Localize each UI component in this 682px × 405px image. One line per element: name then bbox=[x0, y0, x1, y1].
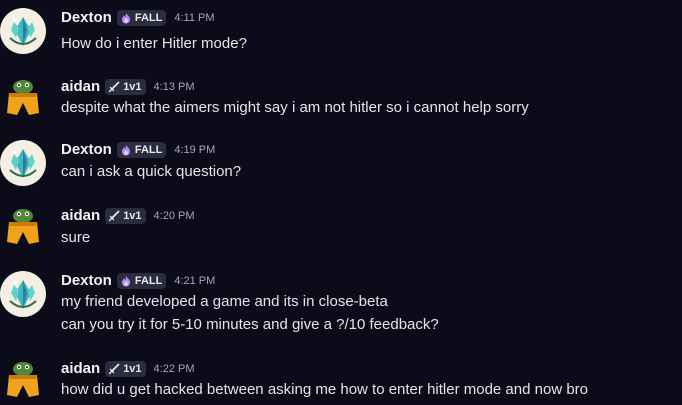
message-text: sure bbox=[61, 229, 91, 246]
avatar[interactable] bbox=[0, 140, 46, 186]
timestamp[interactable]: 4:11 PM bbox=[174, 8, 214, 28]
sword-icon bbox=[108, 210, 120, 222]
chat-log: Dexton FALL 4:11 PM How do i enter Hitle… bbox=[0, 0, 682, 405]
frog-avatar-icon bbox=[7, 209, 39, 244]
message-text: despite what the aimers might say i am n… bbox=[61, 99, 529, 116]
avatar[interactable] bbox=[0, 8, 46, 54]
flame-icon bbox=[121, 13, 130, 24]
sword-icon bbox=[108, 81, 120, 93]
timestamp[interactable]: 4:20 PM bbox=[154, 206, 195, 226]
username[interactable]: Dexton bbox=[61, 140, 112, 160]
timestamp[interactable]: 4:22 PM bbox=[154, 359, 195, 379]
username[interactable]: aidan bbox=[61, 359, 100, 379]
flame-icon bbox=[121, 276, 130, 287]
timestamp[interactable]: 4:19 PM bbox=[174, 140, 215, 160]
server-tag[interactable]: 1v1 bbox=[105, 79, 146, 95]
crystal-avatar-icon bbox=[0, 271, 46, 317]
server-tag-label: FALL bbox=[134, 144, 163, 156]
avatar[interactable] bbox=[0, 206, 46, 252]
server-tag-label: FALL bbox=[134, 275, 163, 287]
sword-icon bbox=[108, 363, 120, 375]
server-tag[interactable]: FALL bbox=[116, 273, 167, 289]
message-text: can i ask a quick question? bbox=[61, 163, 242, 180]
timestamp[interactable]: 4:13 PM bbox=[154, 77, 195, 97]
server-tag-label: 1v1 bbox=[123, 363, 142, 375]
avatar[interactable] bbox=[0, 271, 46, 317]
flame-icon bbox=[121, 145, 130, 156]
message-text: how did u get hacked between asking me h… bbox=[61, 381, 588, 398]
frog-avatar-icon bbox=[7, 362, 39, 397]
server-tag-label: FALL bbox=[134, 12, 163, 24]
username[interactable]: aidan bbox=[61, 206, 100, 226]
crystal-avatar-icon bbox=[0, 8, 46, 54]
avatar[interactable] bbox=[0, 359, 46, 405]
avatar[interactable] bbox=[0, 77, 46, 123]
username[interactable]: Dexton bbox=[61, 8, 112, 28]
message-text: my friend developed a game and its in cl… bbox=[61, 293, 388, 310]
server-tag-label: 1v1 bbox=[123, 210, 142, 222]
timestamp[interactable]: 4:21 PM bbox=[174, 271, 215, 291]
username[interactable]: aidan bbox=[61, 77, 100, 97]
message-text: can you try it for 5-10 minutes and give… bbox=[61, 316, 439, 333]
message-text: How do i enter Hitler mode? bbox=[61, 35, 247, 52]
username[interactable]: Dexton bbox=[61, 271, 112, 291]
crystal-avatar-icon bbox=[0, 140, 46, 186]
server-tag[interactable]: FALL bbox=[116, 10, 167, 26]
server-tag[interactable]: FALL bbox=[116, 142, 167, 158]
server-tag[interactable]: 1v1 bbox=[105, 361, 146, 377]
server-tag[interactable]: 1v1 bbox=[105, 208, 146, 224]
server-tag-label: 1v1 bbox=[123, 81, 142, 93]
frog-avatar-icon bbox=[7, 80, 39, 115]
